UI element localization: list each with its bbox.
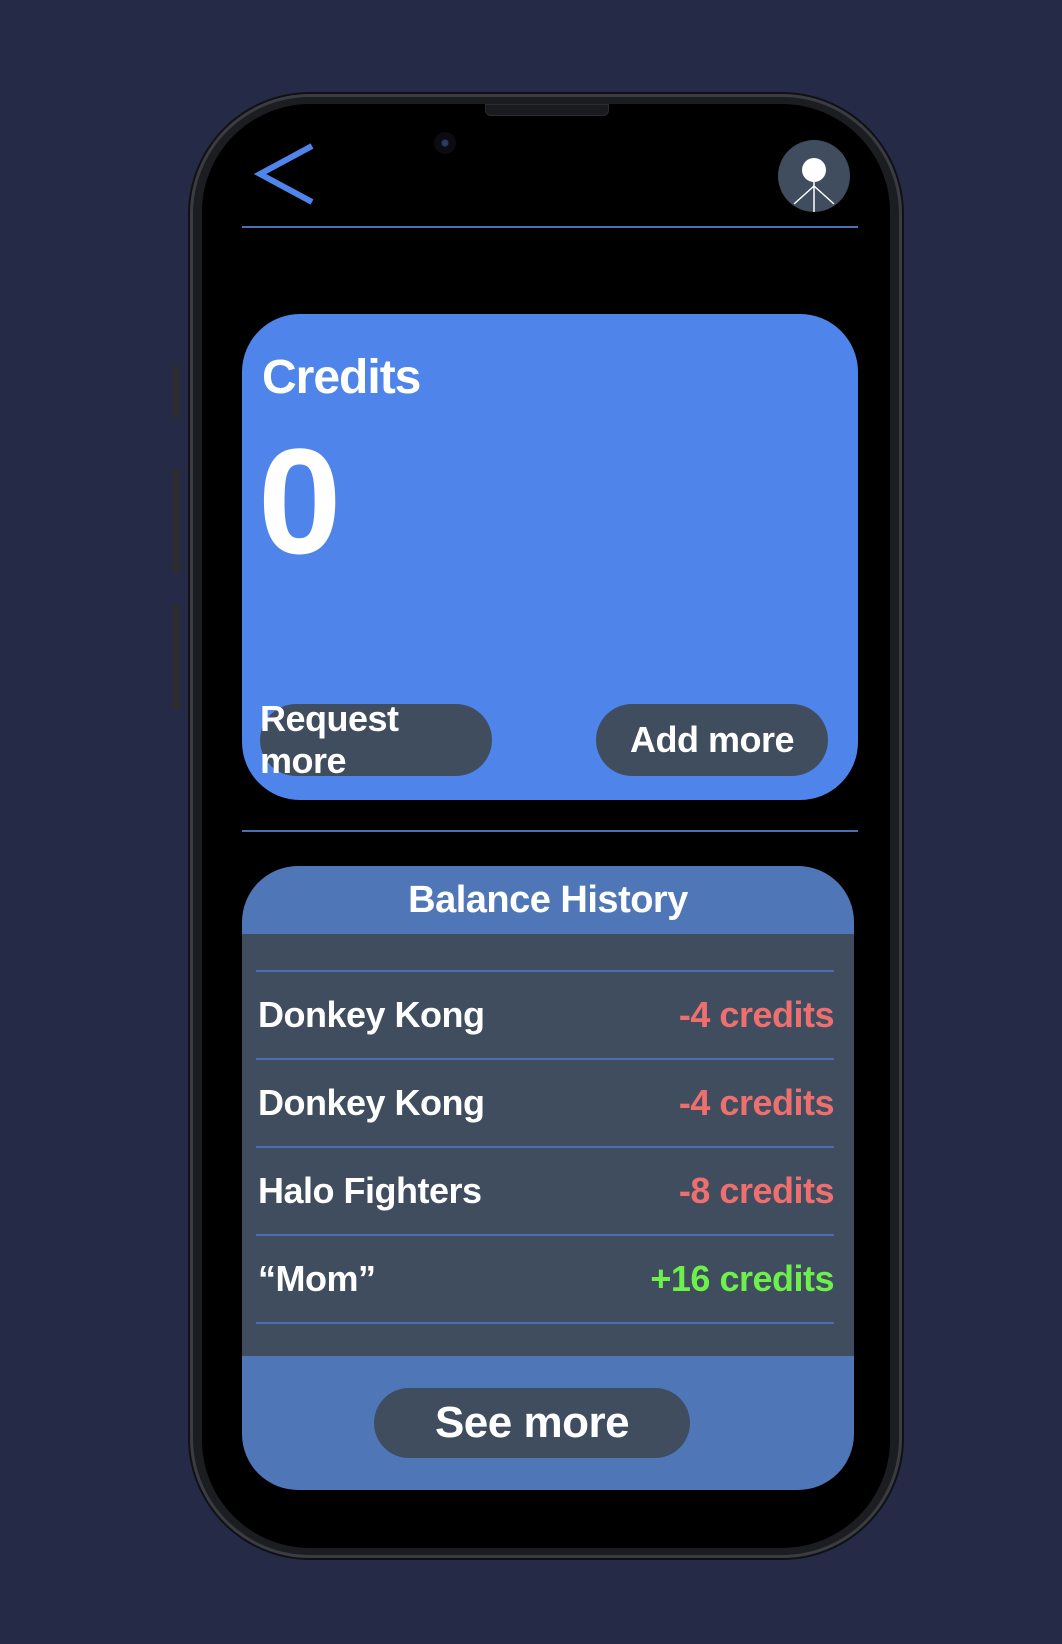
history-item-amount: +16 credits xyxy=(650,1258,834,1299)
silent-switch xyxy=(172,366,180,418)
history-row: Halo Fighters -8 credits xyxy=(256,1146,835,1234)
add-more-button[interactable]: Add more xyxy=(596,704,828,776)
person-icon xyxy=(793,158,835,212)
header-divider xyxy=(242,226,858,228)
credits-balance: 0 xyxy=(258,417,342,585)
history-row: Donkey Kong -4 credits xyxy=(256,970,835,1058)
request-more-button[interactable]: Request more xyxy=(260,698,492,781)
chevron-left-icon[interactable] xyxy=(252,140,322,212)
app-stage: Credits 0 Request more Add more Balance … xyxy=(0,0,1062,1644)
front-camera xyxy=(434,132,456,154)
history-item-amount: -4 credits xyxy=(678,994,835,1035)
history-item-name: Donkey Kong xyxy=(258,994,485,1035)
volume-down-button xyxy=(172,604,180,710)
history-item-amount: -4 credits xyxy=(678,1082,835,1123)
phone-screen: Credits 0 Request more Add more Balance … xyxy=(202,104,890,1548)
balance-history-list-panel: Donkey Kong -4 credits Donkey Kong -4 cr… xyxy=(242,934,854,1356)
history-item-name: Donkey Kong xyxy=(258,1082,485,1123)
history-row: Donkey Kong -4 credits xyxy=(256,1058,835,1146)
balance-history-card: Balance History Donkey Kong -4 credits D… xyxy=(242,866,854,1490)
user-avatar-icon[interactable] xyxy=(778,140,850,212)
balance-history-title: Balance History xyxy=(408,878,688,921)
history-item-name: Halo Fighters xyxy=(258,1170,482,1211)
earpiece-speaker xyxy=(485,104,609,116)
balance-history-list: Donkey Kong -4 credits Donkey Kong -4 cr… xyxy=(256,970,835,1324)
credits-title: Credits xyxy=(262,351,421,404)
section-divider xyxy=(242,830,858,832)
history-item-amount: -8 credits xyxy=(678,1170,835,1211)
credits-card: Credits 0 Request more Add more xyxy=(242,314,858,800)
volume-up-button xyxy=(172,468,180,574)
history-item-name: “Mom” xyxy=(258,1258,376,1299)
history-row: “Mom” +16 credits xyxy=(256,1234,834,1324)
see-more-button[interactable]: See more xyxy=(374,1388,690,1458)
